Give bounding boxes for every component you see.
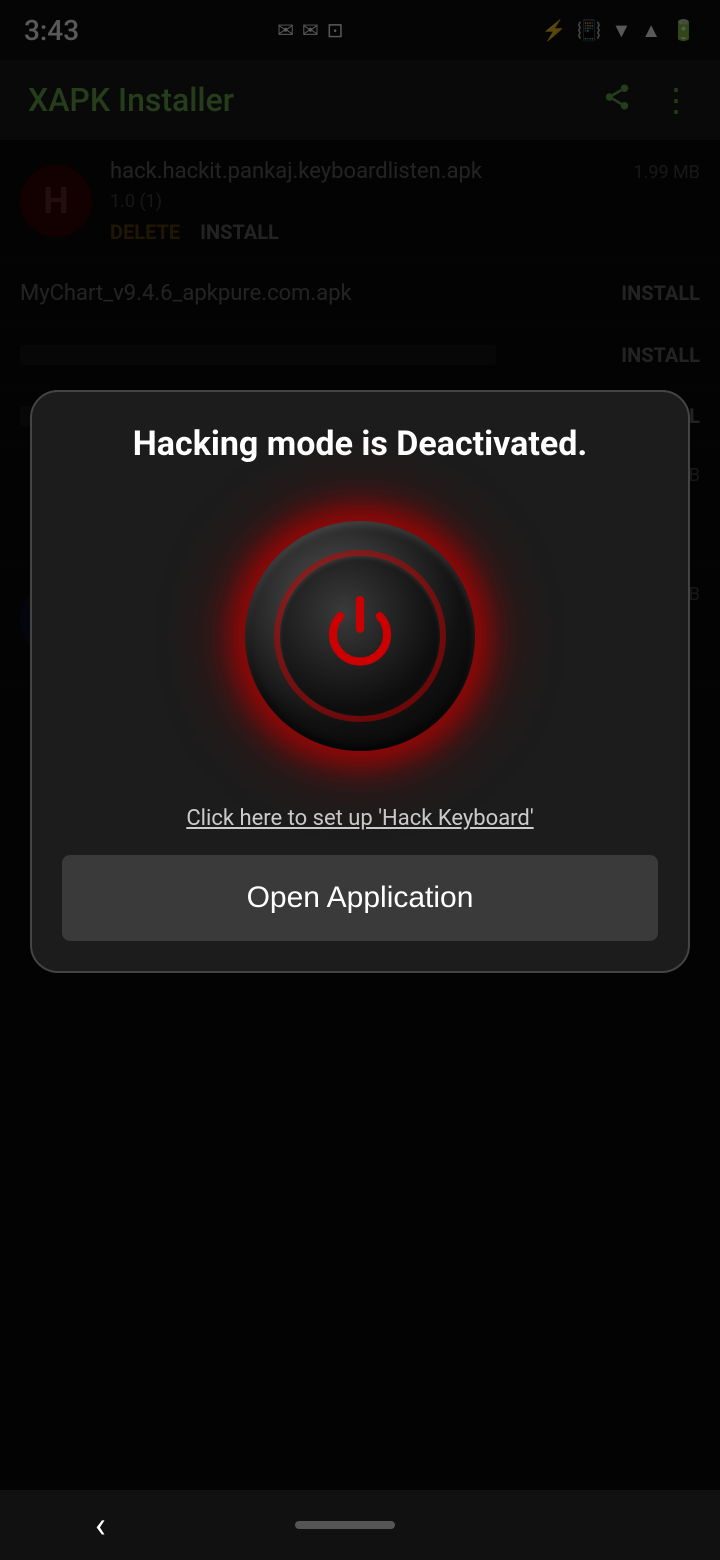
dialog-title: Hacking mode is Deactivated. (133, 422, 587, 466)
bottom-nav-bar: ‹ (0, 1490, 720, 1560)
power-symbol (315, 591, 405, 681)
dialog: Hacking mode is Deactivated. Click here … (30, 390, 690, 973)
back-button[interactable]: ‹ (95, 1504, 106, 1546)
power-button-graphic (220, 496, 500, 776)
setup-keyboard-link[interactable]: Click here to set up 'Hack Keyboard' (186, 806, 533, 831)
home-indicator[interactable] (295, 1521, 395, 1529)
power-inner-circle (280, 556, 440, 716)
open-application-button[interactable]: Open Application (62, 855, 658, 941)
